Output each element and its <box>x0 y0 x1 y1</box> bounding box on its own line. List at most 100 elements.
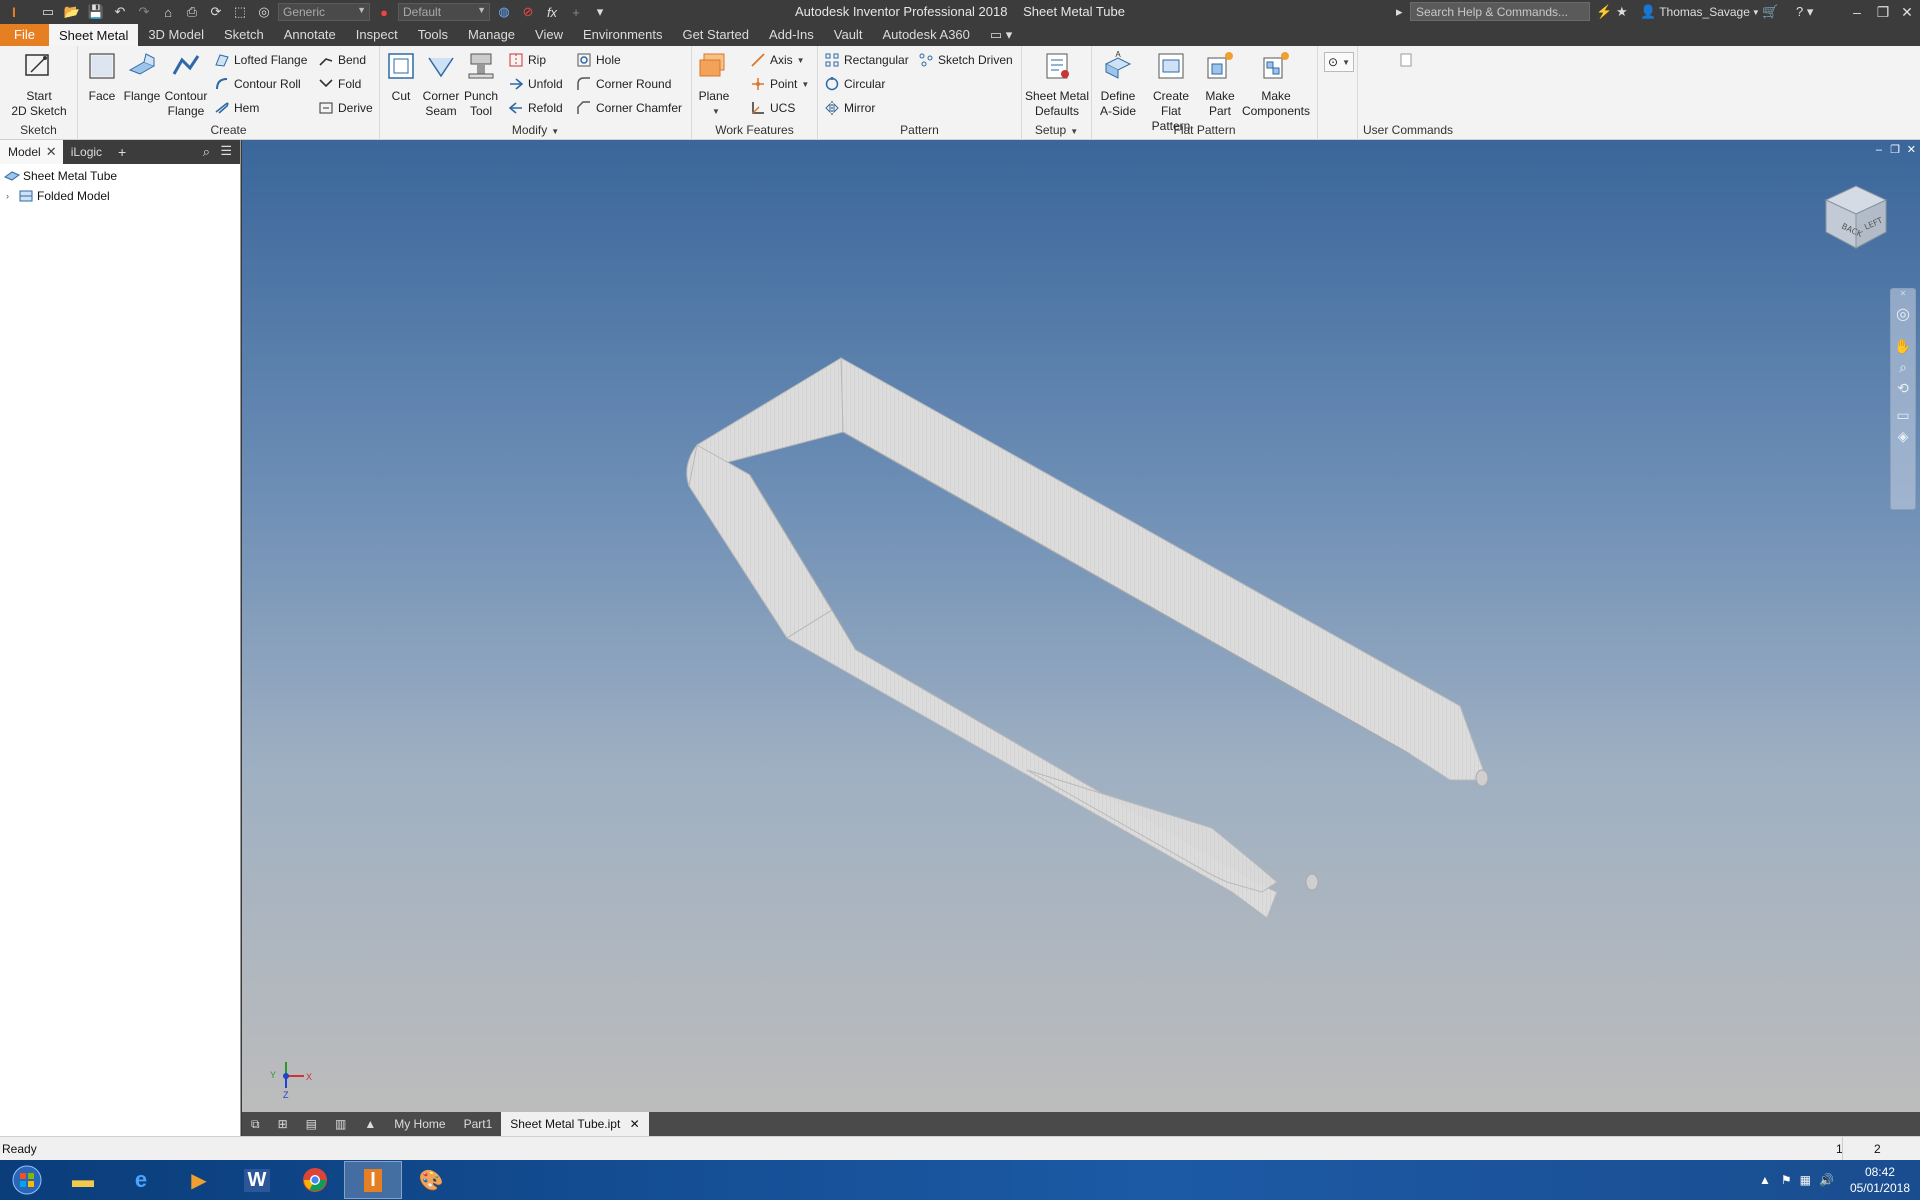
graphics-viewport[interactable]: – ❐ ✕ BACK LEFT ✕ ◎ ✋ ⌕ ⟲ ▭ ◈ Y X Z <box>242 140 1920 1112</box>
paint-app[interactable]: 🎨 <box>402 1161 460 1199</box>
refold-button[interactable]: Refold <box>508 98 563 118</box>
user-command-button[interactable] <box>1398 50 1418 70</box>
corner-chamfer-button[interactable]: Corner Chamfer <box>576 98 682 118</box>
material-color-icon[interactable]: ● <box>374 2 394 22</box>
punch-tool-button[interactable]: Punch Tool <box>462 50 500 119</box>
axis-button[interactable]: Axis ▼ <box>750 50 805 70</box>
internet-explorer-app[interactable]: e <box>112 1161 170 1199</box>
tab-manage[interactable]: Manage <box>458 24 525 46</box>
help-search-input[interactable]: Search Help & Commands... <box>1410 2 1590 21</box>
inventor-app[interactable]: I <box>344 1161 402 1199</box>
define-a-side-button[interactable]: A Define A-Side <box>1096 50 1140 119</box>
tab-sketch[interactable]: Sketch <box>214 24 274 46</box>
fold-button[interactable]: Fold <box>318 74 361 94</box>
flange-button[interactable]: Flange <box>120 50 164 104</box>
ribbon-extras-dropdown[interactable]: ⊙ ▼ <box>1324 52 1354 72</box>
tree-root[interactable]: Sheet Metal Tube <box>0 166 240 186</box>
word-app[interactable]: W <box>228 1161 286 1199</box>
search-expand-icon[interactable]: ▸ <box>1396 2 1403 22</box>
rectangular-pattern-button[interactable]: Rectangular <box>824 50 909 70</box>
start-button[interactable] <box>0 1161 54 1199</box>
favorites-icon[interactable]: ★ <box>1616 2 1628 22</box>
create-flat-pattern-button[interactable]: Create Flat Pattern <box>1140 50 1202 134</box>
open-file-icon[interactable]: 📂 <box>62 2 82 22</box>
tab-3d-model[interactable]: 3D Model <box>138 24 214 46</box>
tab-view[interactable]: View <box>525 24 573 46</box>
tube-model[interactable] <box>242 140 1920 1112</box>
tree-item-folded-model[interactable]: › Folded Model <box>0 186 240 206</box>
derive-button[interactable]: Derive <box>318 98 373 118</box>
hem-button[interactable]: Hem <box>214 98 259 118</box>
face-button[interactable]: Face <box>82 50 122 104</box>
customize-icon[interactable]: ▾ <box>590 2 610 22</box>
make-part-button[interactable]: Make Part <box>1202 50 1238 119</box>
ucs-button[interactable]: UCS <box>750 98 795 118</box>
view-face-icon[interactable]: ◈ <box>1891 428 1915 445</box>
lofted-flange-button[interactable]: Lofted Flange <box>214 50 307 70</box>
redo-icon[interactable]: ↷ <box>134 2 154 22</box>
contour-roll-button[interactable]: Contour Roll <box>214 74 301 94</box>
rip-button[interactable]: Rip <box>508 50 546 70</box>
volume-icon[interactable]: 🔊 <box>1819 1173 1834 1187</box>
orbit-icon[interactable]: ⟲ <box>1891 380 1915 397</box>
setup-group-label[interactable]: Setup ▼ <box>1022 123 1091 137</box>
tile-vertical-icon[interactable]: ▥ <box>326 1112 355 1136</box>
select-icon[interactable]: ⬚ <box>230 2 250 22</box>
browser-tab-ilogic[interactable]: iLogic <box>63 140 110 164</box>
adjust-appearance-icon[interactable]: ◍ <box>494 2 514 22</box>
look-at-icon[interactable]: ▭ <box>1891 407 1915 424</box>
modify-group-label[interactable]: Modify ▼ <box>380 123 691 137</box>
media-player-app[interactable]: ▶ <box>170 1161 228 1199</box>
tile-icon[interactable]: ⊞ <box>269 1112 297 1136</box>
sketch-driven-pattern-button[interactable]: Sketch Driven <box>918 50 1013 70</box>
hole-button[interactable]: Hole <box>576 50 621 70</box>
sheet-metal-defaults-button[interactable]: Sheet Metal Defaults <box>1024 50 1090 119</box>
parameters-icon[interactable]: fx <box>542 2 562 22</box>
start-2d-sketch-button[interactable]: Start 2D Sketch <box>6 50 72 119</box>
cart-icon[interactable]: 🛒 <box>1762 2 1778 22</box>
corner-seam-button[interactable]: Corner Seam <box>420 50 462 119</box>
home-icon[interactable]: ⌂ <box>158 2 178 22</box>
add-tab-icon[interactable]: + <box>110 140 134 164</box>
add-icon[interactable]: + <box>566 2 586 22</box>
close-icon[interactable]: ✕ <box>46 140 57 164</box>
appearance-combo[interactable]: Generic ▼ <box>278 3 370 21</box>
pan-icon[interactable]: ✋ <box>1891 338 1915 355</box>
doc-tab-part1[interactable]: Part1 <box>455 1112 502 1136</box>
tab-autodesk-a360[interactable]: Autodesk A360 <box>872 24 979 46</box>
tab-inspect[interactable]: Inspect <box>346 24 408 46</box>
close-icon[interactable]: ✕ <box>1892 0 1920 24</box>
zoom-icon[interactable]: ⌕ <box>1891 359 1915 376</box>
doc-tab-sheet-metal-tube[interactable]: Sheet Metal Tube.ipt ✕ <box>501 1112 649 1136</box>
make-components-button[interactable]: Make Components <box>1238 50 1314 119</box>
print-icon[interactable]: ⎙ <box>182 2 202 22</box>
new-file-icon[interactable]: ▭ <box>38 2 58 22</box>
inventor-logo-icon[interactable]: I <box>4 2 24 22</box>
tab-list-icon[interactable]: ▲ <box>355 1112 385 1136</box>
update-icon[interactable]: ⟳ <box>206 2 226 22</box>
point-button[interactable]: Point ▼ <box>750 74 809 94</box>
tab-tools[interactable]: Tools <box>408 24 458 46</box>
help-icon[interactable]: ? ▾ <box>1796 2 1813 22</box>
menu-icon[interactable]: ☰ <box>220 143 232 159</box>
chrome-app[interactable] <box>286 1161 344 1199</box>
measure-icon[interactable]: ◎ <box>254 2 274 22</box>
plane-button[interactable]: Plane ▼ <box>696 50 732 119</box>
tab-sheet-metal[interactable]: Sheet Metal <box>48 24 139 46</box>
search-icon[interactable]: ⌕ <box>203 144 210 160</box>
cascade-icon[interactable]: ⧉ <box>242 1112 269 1136</box>
steering-wheel-icon[interactable]: ◎ <box>1891 304 1915 324</box>
doc-tab-my-home[interactable]: My Home <box>385 1112 454 1136</box>
user-menu[interactable]: 👤 Thomas_Savage ▼ <box>1640 2 1760 22</box>
mirror-button[interactable]: Mirror <box>824 98 875 118</box>
tab-environments[interactable]: Environments <box>573 24 672 46</box>
tray-expand-icon[interactable]: ▲ <box>1759 1173 1771 1187</box>
undo-icon[interactable]: ↶ <box>110 2 130 22</box>
unfold-button[interactable]: Unfold <box>508 74 563 94</box>
expand-icon[interactable]: › <box>6 191 18 201</box>
tab-add-ins[interactable]: Add-Ins <box>759 24 824 46</box>
clock[interactable]: 08:42 05/01/2018 <box>1850 1164 1910 1196</box>
tab-annotate[interactable]: Annotate <box>274 24 346 46</box>
clear-appearance-icon[interactable]: ⊘ <box>518 2 538 22</box>
contour-flange-button[interactable]: Contour Flange <box>160 50 212 119</box>
